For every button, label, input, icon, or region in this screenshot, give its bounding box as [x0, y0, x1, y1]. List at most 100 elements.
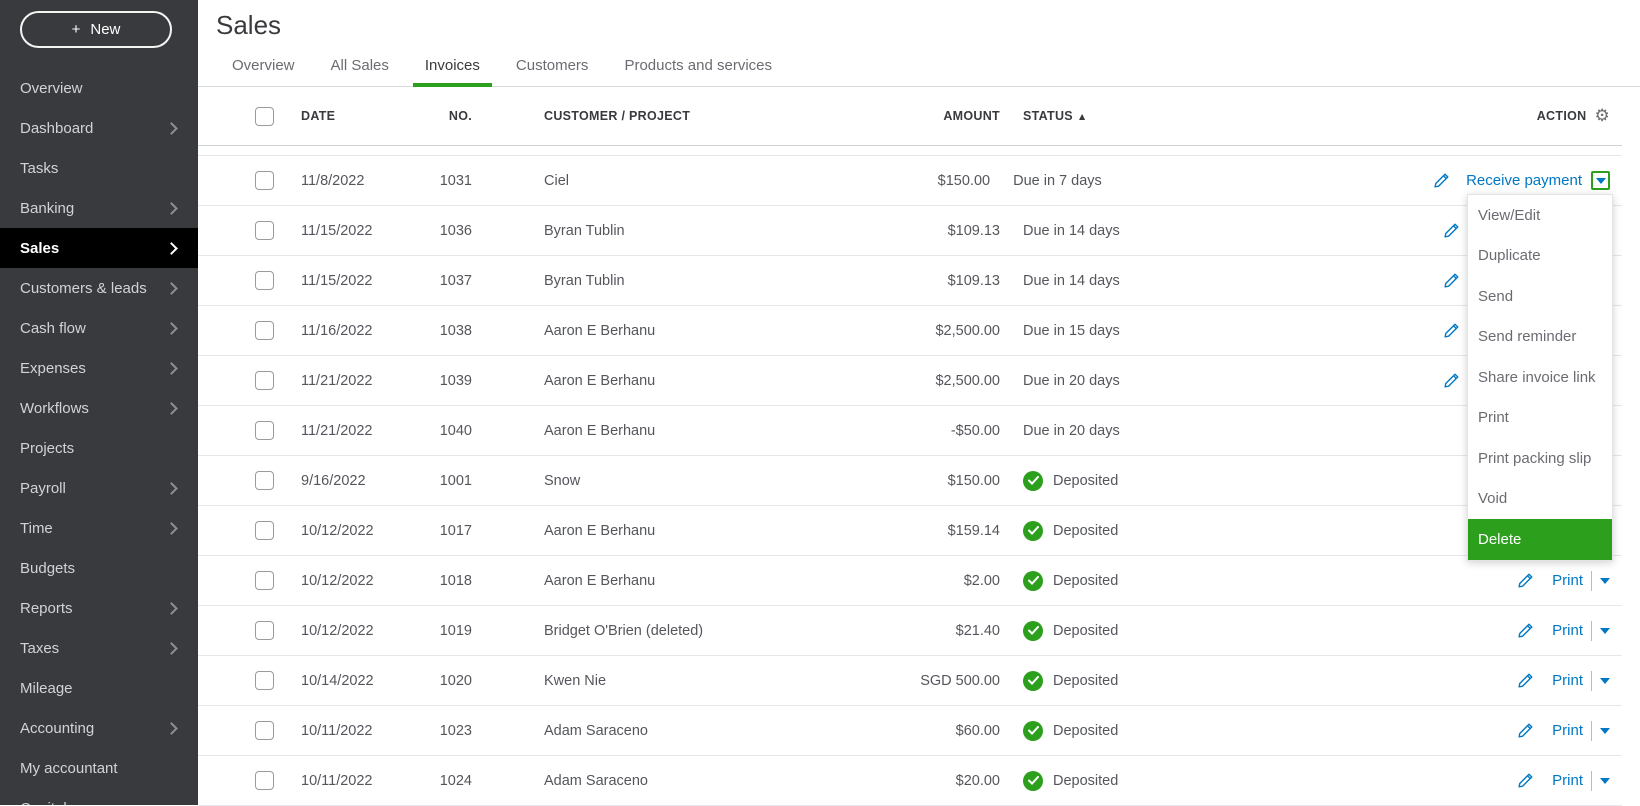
table-row[interactable]: 10/14/20221020Kwen NieSGD 500.00Deposite…: [198, 656, 1622, 706]
table-row[interactable]: 10/12/20221017Aaron E Berhanu$159.14Depo…: [198, 506, 1622, 556]
column-header-no[interactable]: NO.: [416, 109, 472, 123]
menu-item-duplicate[interactable]: Duplicate: [1468, 236, 1612, 277]
tab-invoices[interactable]: Invoices: [413, 57, 492, 87]
action-dropdown-toggle[interactable]: [1591, 171, 1610, 190]
sidebar-item-capital[interactable]: Capital: [0, 788, 198, 805]
chevron-right-icon: [165, 122, 178, 135]
row-checkbox[interactable]: [255, 171, 274, 190]
table-row[interactable]: 9/16/20221001Snow$150.00Deposited: [198, 456, 1622, 506]
cell-customer: Adam Saraceno: [544, 723, 810, 739]
row-checkbox[interactable]: [255, 321, 274, 340]
sidebar-item-budgets[interactable]: Budgets: [0, 548, 198, 588]
print-dropdown-toggle[interactable]: [1600, 778, 1610, 784]
new-button[interactable]: + New: [20, 11, 172, 48]
sidebar-item-projects[interactable]: Projects: [0, 428, 198, 468]
gear-icon[interactable]: ⚙: [1594, 108, 1610, 125]
pencil-icon[interactable]: [1443, 272, 1460, 289]
table-row[interactable]: 10/11/20221024Adam Saraceno$20.00Deposit…: [198, 756, 1622, 806]
row-checkbox[interactable]: [255, 271, 274, 290]
menu-item-delete[interactable]: Delete: [1468, 519, 1612, 560]
table-row[interactable]: 10/12/20221019Bridget O'Brien (deleted)$…: [198, 606, 1622, 656]
sidebar-item-payroll[interactable]: Payroll: [0, 468, 198, 508]
cell-amount: -$50.00: [810, 423, 1000, 439]
column-header-date[interactable]: DATE: [301, 109, 416, 123]
tab-overview[interactable]: Overview: [220, 57, 307, 86]
menu-item-share-invoice-link[interactable]: Share invoice link: [1468, 357, 1612, 398]
menu-item-print-packing-slip[interactable]: Print packing slip: [1468, 438, 1612, 479]
print-link[interactable]: Print: [1552, 722, 1583, 739]
sidebar-item-time[interactable]: Time: [0, 508, 198, 548]
menu-item-view-edit[interactable]: View/Edit: [1468, 195, 1612, 236]
sidebar-item-reports[interactable]: Reports: [0, 588, 198, 628]
print-dropdown-toggle[interactable]: [1600, 628, 1610, 634]
select-all-checkbox[interactable]: [255, 107, 274, 126]
row-checkbox[interactable]: [255, 221, 274, 240]
row-checkbox[interactable]: [255, 671, 274, 690]
tab-all-sales[interactable]: All Sales: [319, 57, 401, 86]
sidebar-item-workflows[interactable]: Workflows: [0, 388, 198, 428]
table-row[interactable]: 11/16/20221038Aaron E Berhanu$2,500.00Du…: [198, 306, 1622, 356]
row-checkbox[interactable]: [255, 771, 274, 790]
row-checkbox[interactable]: [255, 521, 274, 540]
print-link[interactable]: Print: [1552, 572, 1583, 589]
caret-down-icon: [1600, 578, 1610, 584]
pencil-icon[interactable]: [1443, 372, 1460, 389]
pencil-icon[interactable]: [1517, 722, 1534, 739]
print-link[interactable]: Print: [1552, 622, 1583, 639]
sidebar-item-sales[interactable]: Sales: [0, 228, 198, 268]
print-dropdown-toggle[interactable]: [1600, 578, 1610, 584]
receive-payment-link[interactable]: Receive payment: [1466, 172, 1582, 189]
pencil-icon[interactable]: [1517, 622, 1534, 639]
sidebar-item-my-accountant[interactable]: My accountant: [0, 748, 198, 788]
print-dropdown-toggle[interactable]: [1600, 728, 1610, 734]
cell-no: 1018: [416, 573, 472, 589]
sidebar-item-mileage[interactable]: Mileage: [0, 668, 198, 708]
pencil-icon[interactable]: [1517, 672, 1534, 689]
table-row[interactable]: 11/8/20221031Ciel$150.00Due in 7 daysRec…: [198, 156, 1622, 206]
sidebar-item-dashboard[interactable]: Dashboard: [0, 108, 198, 148]
print-dropdown-toggle[interactable]: [1600, 678, 1610, 684]
pencil-icon[interactable]: [1443, 222, 1460, 239]
column-header-amount[interactable]: AMOUNT: [810, 109, 1000, 123]
pencil-icon[interactable]: [1433, 172, 1450, 189]
row-checkbox-cell: [255, 771, 274, 790]
sidebar-item-taxes[interactable]: Taxes: [0, 628, 198, 668]
menu-item-print[interactable]: Print: [1468, 398, 1612, 439]
sidebar-item-accounting[interactable]: Accounting: [0, 708, 198, 748]
sidebar-item-label: Budgets: [20, 560, 176, 577]
table-row[interactable]: 10/11/20221023Adam Saraceno$60.00Deposit…: [198, 706, 1622, 756]
menu-item-send-reminder[interactable]: Send reminder: [1468, 317, 1612, 358]
print-link[interactable]: Print: [1552, 672, 1583, 689]
tab-products-and-services[interactable]: Products and services: [612, 57, 784, 86]
status-header-label: STATUS: [1023, 109, 1073, 123]
sidebar-item-expenses[interactable]: Expenses: [0, 348, 198, 388]
sidebar-item-label: Reports: [20, 600, 167, 617]
table-row[interactable]: 11/21/20221039Aaron E Berhanu$2,500.00Du…: [198, 356, 1622, 406]
sidebar-item-customers-leads[interactable]: Customers & leads: [0, 268, 198, 308]
menu-item-send[interactable]: Send: [1468, 276, 1612, 317]
column-header-status[interactable]: STATUS▲: [1000, 109, 1430, 123]
pencil-icon[interactable]: [1443, 322, 1460, 339]
tab-customers[interactable]: Customers: [504, 57, 601, 86]
print-link[interactable]: Print: [1552, 772, 1583, 789]
sidebar-item-overview[interactable]: Overview: [0, 68, 198, 108]
column-header-customer[interactable]: CUSTOMER / PROJECT: [544, 109, 810, 123]
table-row[interactable]: 10/12/20221018Aaron E Berhanu$2.00Deposi…: [198, 556, 1622, 606]
sidebar-item-banking[interactable]: Banking: [0, 188, 198, 228]
pencil-icon[interactable]: [1517, 772, 1534, 789]
action-divider: [1591, 721, 1592, 741]
row-checkbox[interactable]: [255, 371, 274, 390]
row-checkbox[interactable]: [255, 471, 274, 490]
sidebar-item-cash-flow[interactable]: Cash flow: [0, 308, 198, 348]
sidebar-item-tasks[interactable]: Tasks: [0, 148, 198, 188]
cell-amount: $159.14: [810, 523, 1000, 539]
row-checkbox[interactable]: [255, 421, 274, 440]
row-checkbox[interactable]: [255, 571, 274, 590]
row-checkbox[interactable]: [255, 621, 274, 640]
table-row[interactable]: 11/21/20221040Aaron E Berhanu-$50.00Due …: [198, 406, 1622, 456]
table-row[interactable]: 11/15/20221036Byran Tublin$109.13Due in …: [198, 206, 1622, 256]
menu-item-void[interactable]: Void: [1468, 479, 1612, 520]
row-checkbox[interactable]: [255, 721, 274, 740]
pencil-icon[interactable]: [1517, 572, 1534, 589]
table-row[interactable]: 11/15/20221037Byran Tublin$109.13Due in …: [198, 256, 1622, 306]
